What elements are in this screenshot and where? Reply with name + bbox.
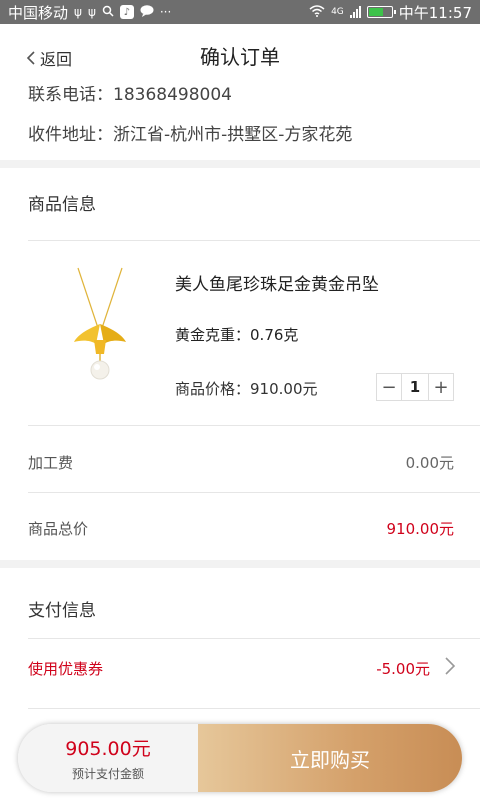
increase-button[interactable]: + bbox=[429, 374, 453, 400]
shipping-address: 收件地址：浙江省-杭州市-拱墅区-方家花苑 bbox=[28, 120, 352, 145]
divider bbox=[28, 492, 480, 493]
nav-bar: 返回 确认订单 bbox=[0, 24, 480, 86]
status-bar-right: 4G 中午11:57 bbox=[309, 2, 472, 23]
divider bbox=[28, 638, 480, 639]
product-section-title: 商品信息 bbox=[28, 195, 96, 215]
total-price-label: 商品总价 bbox=[28, 520, 89, 538]
tiktok-icon: ♪ bbox=[119, 5, 134, 19]
back-button[interactable]: 返回 bbox=[26, 46, 72, 70]
usb-icon: ψ bbox=[74, 5, 82, 19]
chat-bubble-icon bbox=[140, 5, 154, 19]
address-value: 浙江省-杭州市-拱墅区-方家花苑 bbox=[113, 125, 353, 145]
product-price-value: 910.00元 bbox=[250, 380, 318, 398]
status-bar-left: 中国移动 ψ ψ ♪ ··· bbox=[8, 2, 171, 23]
address-section: 联系电话：18368498004 收件地址：浙江省-杭州市-拱墅区-方家花苑 bbox=[0, 86, 480, 166]
quantity-stepper: − 1 + bbox=[376, 373, 454, 401]
processing-fee-value: 0.00元 bbox=[405, 454, 454, 472]
page-title: 确认订单 bbox=[200, 44, 280, 69]
divider bbox=[28, 425, 480, 426]
usb-debug-icon: ψ bbox=[87, 5, 96, 19]
gold-weight: 黄金克重：0.76克 bbox=[175, 324, 298, 345]
section-divider bbox=[0, 160, 480, 168]
buy-now-button[interactable]: 立即购买 bbox=[198, 724, 462, 792]
payable-amount: 905.00元 bbox=[65, 738, 151, 760]
quantity-value[interactable]: 1 bbox=[401, 374, 429, 400]
divider bbox=[28, 708, 480, 709]
chevron-right-icon[interactable] bbox=[444, 656, 456, 676]
address-label: 收件地址： bbox=[28, 125, 113, 145]
payment-section-title: 支付信息 bbox=[28, 601, 96, 621]
coupon-row[interactable]: 使用优惠券 bbox=[28, 658, 103, 679]
gold-weight-label: 黄金克重： bbox=[175, 326, 251, 344]
signal-icon bbox=[349, 6, 361, 18]
product-image bbox=[60, 266, 140, 388]
processing-fee-label: 加工费 bbox=[28, 454, 74, 472]
section-divider bbox=[0, 560, 480, 568]
total-price-value: 910.00元 bbox=[386, 520, 455, 538]
more-icon: ··· bbox=[159, 5, 172, 19]
payment-summary: 905.00元 预计支付金额 bbox=[18, 724, 198, 792]
wifi-icon bbox=[309, 5, 325, 19]
contact-phone: 联系电话：18368498004 bbox=[28, 86, 232, 105]
product-name: 美人鱼尾珍珠足金黄金吊坠 bbox=[175, 275, 379, 295]
payable-amount-label: 预计支付金额 bbox=[71, 767, 144, 781]
product-price-label: 商品价格： bbox=[175, 380, 251, 398]
battery-icon bbox=[366, 6, 396, 18]
back-label: 返回 bbox=[40, 50, 73, 69]
status-bar: 中国移动 ψ ψ ♪ ··· 4G 中午11:57 bbox=[0, 0, 480, 24]
coupon-value: -5.00元 bbox=[376, 660, 430, 678]
carrier-name: 中国移动 bbox=[8, 3, 69, 22]
chevron-left-icon bbox=[26, 51, 35, 65]
gold-weight-value: 0.76克 bbox=[250, 326, 299, 344]
divider bbox=[28, 240, 480, 241]
product-price: 商品价格：910.00元 bbox=[175, 378, 318, 399]
clock: 中午11:57 bbox=[398, 3, 472, 22]
network-type: 4G bbox=[331, 6, 344, 17]
search-icon bbox=[102, 5, 114, 19]
decrease-button[interactable]: − bbox=[377, 374, 401, 400]
checkout-bar: 905.00元 预计支付金额 立即购买 bbox=[18, 724, 462, 792]
